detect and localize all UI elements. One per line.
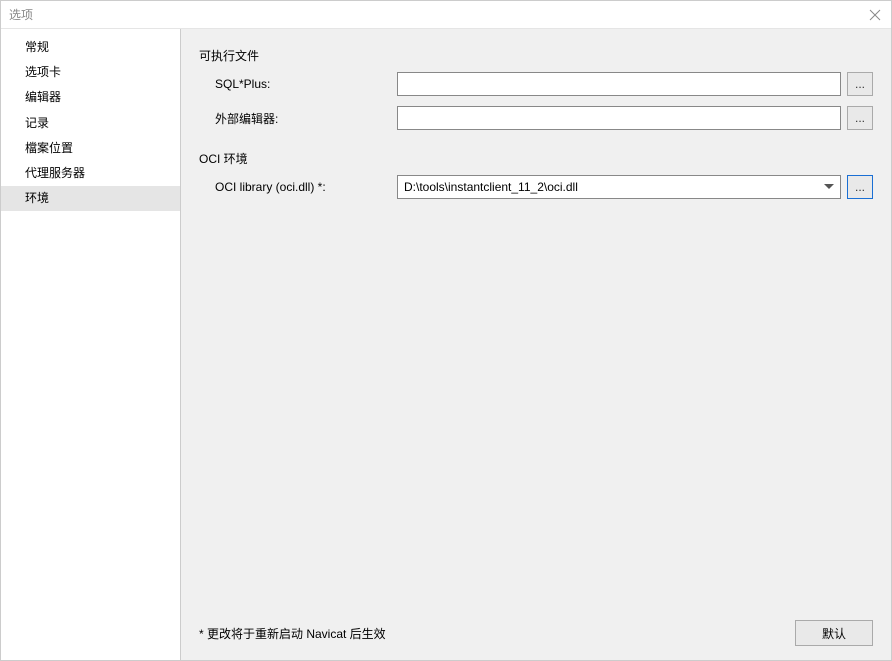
ellipsis-icon: ...: [855, 180, 865, 194]
sidebar-item-file-location[interactable]: 檔案位置: [1, 136, 180, 161]
default-button[interactable]: 默认: [795, 620, 873, 646]
oci-library-combo[interactable]: D:\tools\instantclient_11_2\oci.dll: [397, 175, 841, 199]
sidebar-item-environment[interactable]: 环境: [1, 186, 180, 211]
oci-library-browse-button[interactable]: ...: [847, 175, 873, 199]
sidebar: 常规 选项卡 编辑器 记录 檔案位置 代理服务器 环境: [1, 29, 181, 660]
sidebar-item-label: 环境: [25, 191, 49, 205]
external-editor-browse-button[interactable]: ...: [847, 106, 873, 130]
sidebar-item-proxy[interactable]: 代理服务器: [1, 161, 180, 186]
ellipsis-icon: ...: [855, 111, 865, 125]
sidebar-item-label: 檔案位置: [25, 141, 73, 155]
sqlplus-browse-button[interactable]: ...: [847, 72, 873, 96]
sqlplus-row: SQL*Plus: ...: [199, 72, 873, 96]
sqlplus-label: SQL*Plus:: [199, 77, 397, 91]
sidebar-item-tabs[interactable]: 选项卡: [1, 60, 180, 85]
sidebar-item-label: 代理服务器: [25, 166, 85, 180]
external-editor-input-wrap: ...: [397, 106, 873, 130]
oci-library-input-wrap: D:\tools\instantclient_11_2\oci.dll ...: [397, 175, 873, 199]
sidebar-item-label: 编辑器: [25, 90, 61, 104]
sidebar-item-records[interactable]: 记录: [1, 111, 180, 136]
options-dialog: 选项 常规 选项卡 编辑器 记录 檔案位置: [0, 0, 892, 661]
close-button[interactable]: [867, 7, 883, 23]
footer-row: * 更改将于重新启动 Navicat 后生效 默认: [199, 620, 873, 646]
close-icon: [869, 9, 881, 21]
oci-library-label: OCI library (oci.dll) *:: [199, 180, 397, 194]
sqlplus-input-wrap: ...: [397, 72, 873, 96]
sqlplus-input[interactable]: [397, 72, 841, 96]
external-editor-label: 外部编辑器:: [199, 110, 397, 127]
external-editor-row: 外部编辑器: ...: [199, 106, 873, 130]
content-panel: 可执行文件 SQL*Plus: ... 外部编辑器:: [181, 29, 891, 660]
sidebar-item-label: 常规: [25, 40, 49, 54]
sidebar-item-editor[interactable]: 编辑器: [1, 85, 180, 110]
section-oci-header: OCI 环境: [199, 150, 873, 167]
external-editor-input[interactable]: [397, 106, 841, 130]
oci-library-row: OCI library (oci.dll) *: D:\tools\instan…: [199, 175, 873, 199]
ellipsis-icon: ...: [855, 77, 865, 91]
sidebar-item-general[interactable]: 常规: [1, 35, 180, 60]
titlebar: 选项: [1, 1, 891, 29]
window-title: 选项: [9, 6, 33, 23]
restart-note: * 更改将于重新启动 Navicat 后生效: [199, 625, 386, 642]
dialog-body: 常规 选项卡 编辑器 记录 檔案位置 代理服务器 环境 可执行文件: [1, 29, 891, 660]
section-executable-header: 可执行文件: [199, 47, 873, 64]
content-main: 可执行文件 SQL*Plus: ... 外部编辑器:: [199, 43, 873, 620]
sidebar-item-label: 记录: [25, 116, 49, 130]
sidebar-item-label: 选项卡: [25, 65, 61, 79]
